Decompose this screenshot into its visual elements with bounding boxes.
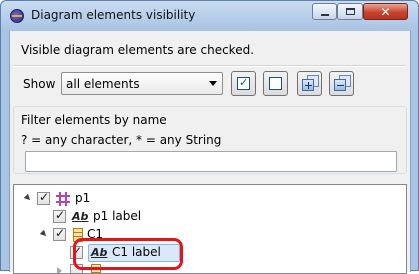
tree-item-p1-label[interactable]: ✓ Ab p1 label	[14, 208, 404, 226]
dialog-window: Diagram elements visibility ✕ Visible di…	[0, 0, 419, 274]
minimize-button[interactable]	[312, 3, 337, 20]
maximize-button[interactable]	[337, 3, 363, 20]
check-all-button[interactable]: ✓	[231, 71, 256, 96]
close-icon: ✕	[380, 4, 391, 19]
tree-item-label: p1 label	[93, 209, 142, 223]
tree-item-label: p1	[75, 191, 91, 205]
filter-title: Filter elements by name	[21, 113, 167, 127]
checkbox-p1[interactable]: ✓	[37, 190, 50, 205]
maximize-icon	[345, 8, 355, 15]
eclipse-icon	[10, 9, 24, 23]
filter-hint: ? = any character, * = any String	[21, 133, 222, 147]
tree-item-c1[interactable]: ✓ C1	[14, 226, 404, 244]
expand-all-button[interactable]	[297, 71, 322, 96]
separator	[14, 65, 406, 67]
dialog-content: Visible diagram elements are checked. Sh…	[9, 31, 411, 274]
collapse-all-icon	[334, 79, 346, 91]
description-text: Visible diagram elements are checked.	[21, 43, 255, 57]
check-all-icon: ✓	[237, 76, 250, 90]
annotation-highlight-ring	[73, 238, 183, 270]
uncheck-all-icon	[269, 77, 282, 90]
show-label: Show	[23, 77, 56, 91]
label-icon: Ab	[72, 210, 89, 223]
show-select[interactable]: all elements	[61, 72, 223, 95]
dropdown-arrow-icon	[209, 81, 217, 86]
title-bar[interactable]: Diagram elements visibility ✕	[1, 1, 418, 31]
window-title: Diagram elements visibility	[31, 8, 196, 22]
checkbox-p1-label[interactable]: ✓	[53, 208, 66, 223]
minimize-icon	[320, 13, 329, 16]
show-select-value: all elements	[66, 77, 140, 91]
close-button[interactable]: ✕	[363, 3, 408, 20]
expand-arrow-icon[interactable]	[23, 193, 33, 203]
package-icon	[56, 192, 70, 206]
uncheck-all-button[interactable]	[263, 71, 288, 96]
expand-arrow-icon[interactable]	[39, 229, 49, 239]
tree-item-p1[interactable]: ✓ p1	[14, 190, 404, 208]
checkbox-c1[interactable]: ✓	[53, 226, 66, 241]
filter-input[interactable]	[25, 151, 397, 172]
expand-all-icon	[302, 79, 314, 91]
collapse-all-button[interactable]	[329, 71, 354, 96]
